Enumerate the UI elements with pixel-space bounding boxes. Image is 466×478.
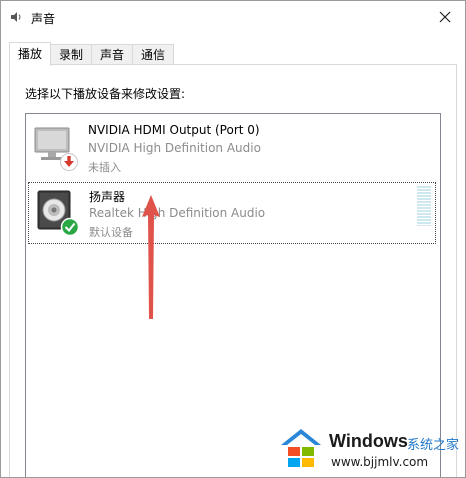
tab-sounds[interactable]: 声音 bbox=[91, 44, 134, 66]
default-check-badge-icon bbox=[60, 217, 80, 237]
tab-recording[interactable]: 录制 bbox=[50, 44, 93, 66]
instructions-label: 选择以下播放设备来修改设置: bbox=[25, 87, 186, 101]
device-name: NVIDIA HDMI Output (Port 0) bbox=[88, 123, 260, 137]
watermark-brand: Windows bbox=[329, 431, 408, 451]
sound-dialog: 声音 播放 录制 声音 通信 选择以下播放设备来修改设置: NVIDIA HDM… bbox=[0, 0, 466, 478]
device-driver: Realtek High Definition Audio bbox=[89, 206, 266, 220]
windows-house-logo-icon bbox=[281, 429, 321, 467]
unplugged-badge-icon bbox=[60, 153, 78, 171]
playback-panel: 选择以下播放设备来修改设置: NVIDIA HDMI Output (Port … bbox=[9, 64, 457, 477]
title-bar[interactable]: 声音 bbox=[1, 1, 465, 33]
device-status: 默认设备 bbox=[89, 226, 133, 239]
volume-level-meter bbox=[417, 186, 431, 226]
device-item-hdmi[interactable]: NVIDIA HDMI Output (Port 0) NVIDIA High … bbox=[28, 118, 434, 178]
monitor-icon bbox=[34, 127, 78, 171]
close-button[interactable] bbox=[433, 5, 457, 29]
watermark: Windows 系统之家 www.bjjmlv.com bbox=[279, 425, 465, 477]
device-list[interactable]: NVIDIA HDMI Output (Port 0) NVIDIA High … bbox=[25, 113, 441, 477]
close-icon bbox=[439, 11, 451, 23]
tab-communications[interactable]: 通信 bbox=[132, 44, 175, 66]
tab-strip: 播放 录制 声音 通信 bbox=[9, 42, 175, 66]
device-item-speakers[interactable]: 扬声器 Realtek High Definition Audio 默认设备 bbox=[28, 182, 436, 244]
watermark-url: www.bjjmlv.com bbox=[331, 455, 429, 469]
red-arrow-annotation bbox=[142, 195, 160, 319]
tab-playback[interactable]: 播放 bbox=[9, 42, 52, 66]
speaker-small-icon bbox=[11, 12, 21, 22]
speaker-icon bbox=[37, 190, 80, 237]
window-title: 声音 bbox=[31, 12, 56, 26]
device-driver: NVIDIA High Definition Audio bbox=[88, 141, 261, 155]
watermark-brand-cn: 系统之家 bbox=[407, 438, 460, 453]
device-status: 未插入 bbox=[88, 161, 121, 174]
device-name: 扬声器 bbox=[89, 190, 126, 204]
